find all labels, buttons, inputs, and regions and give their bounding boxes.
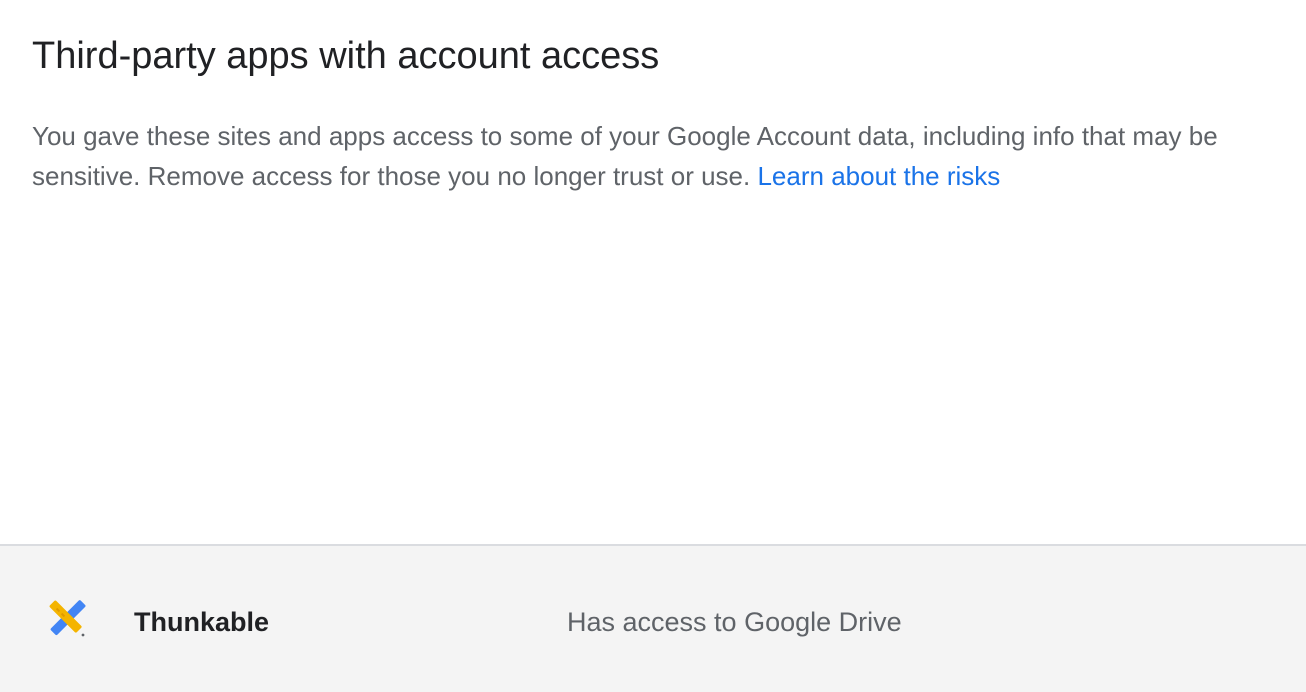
third-party-apps-page: Third-party apps with account access You… <box>0 0 1306 692</box>
app-list-item[interactable]: Thunkable Has access to Google Drive <box>0 546 1306 692</box>
description-text: You gave these sites and apps access to … <box>32 121 1218 191</box>
thunkable-logo-icon <box>47 598 87 638</box>
app-access-description: Has access to Google Drive <box>567 607 902 637</box>
learn-risks-link[interactable]: Learn about the risks <box>757 161 1000 191</box>
page-title: Third-party apps with account access <box>32 35 660 77</box>
page-description: You gave these sites and apps access to … <box>32 116 1272 196</box>
intro-section: Third-party apps with account access You… <box>0 0 1306 544</box>
app-name: Thunkable <box>134 607 270 637</box>
